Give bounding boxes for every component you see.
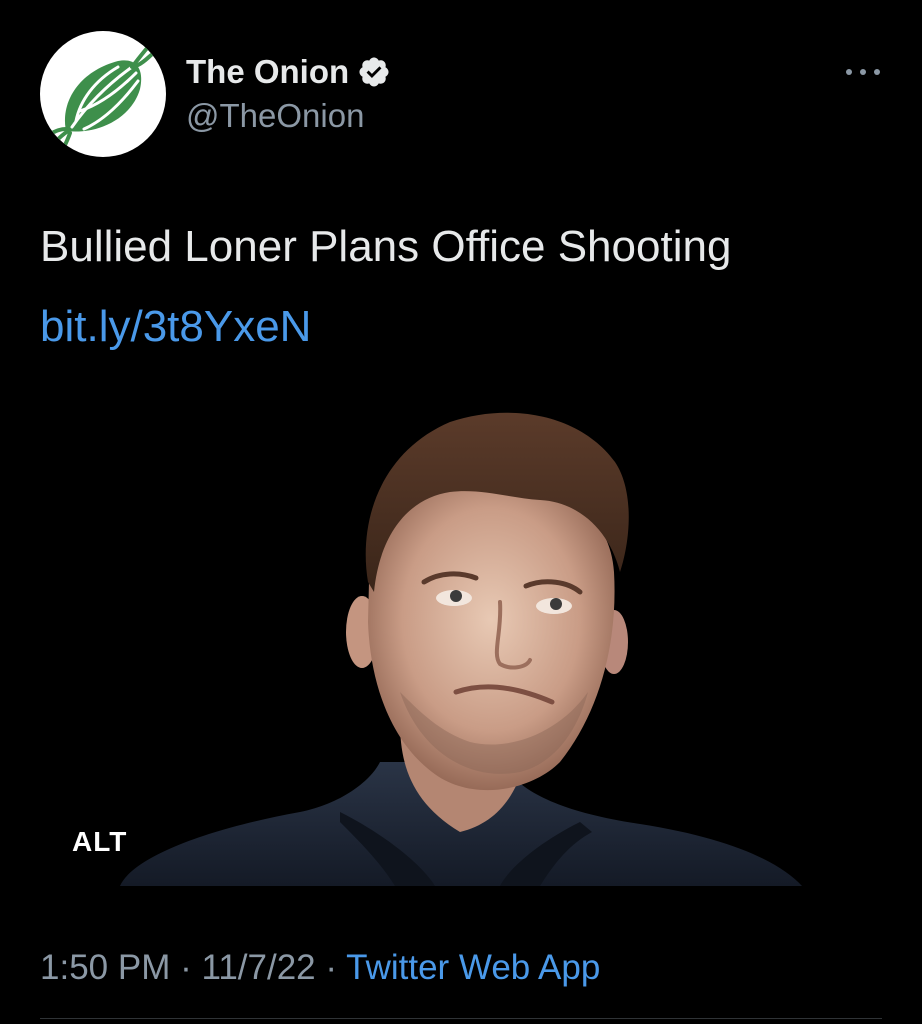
author-display-name[interactable]: The Onion bbox=[186, 52, 349, 92]
tweet-date[interactable]: 11/7/22 bbox=[201, 948, 315, 987]
author-name-row[interactable]: The Onion bbox=[186, 52, 391, 92]
tweet-text: Bullied Loner Plans Office Shooting bbox=[40, 222, 732, 271]
alt-text-badge[interactable]: ALT bbox=[72, 826, 127, 858]
author-avatar[interactable] bbox=[40, 31, 166, 157]
meta-separator: · bbox=[315, 948, 347, 987]
divider bbox=[40, 1018, 882, 1019]
verified-badge-icon bbox=[357, 55, 391, 89]
photo-face bbox=[368, 480, 615, 791]
tweet-link[interactable]: bit.ly/3t8YxeN bbox=[40, 302, 311, 352]
tweet-media-photo[interactable] bbox=[40, 392, 882, 886]
more-options-button[interactable] bbox=[838, 58, 888, 86]
author-handle[interactable]: @TheOnion bbox=[186, 96, 364, 136]
tweet-metadata: 1:50 PM · 11/7/22 · Twitter Web App bbox=[40, 947, 600, 989]
tweet-source-link[interactable]: Twitter Web App bbox=[346, 948, 600, 987]
more-horizontal-icon bbox=[846, 69, 880, 75]
onion-logo-icon bbox=[50, 43, 156, 149]
meta-separator: · bbox=[170, 948, 202, 987]
tweet-time[interactable]: 1:50 PM bbox=[40, 948, 170, 987]
